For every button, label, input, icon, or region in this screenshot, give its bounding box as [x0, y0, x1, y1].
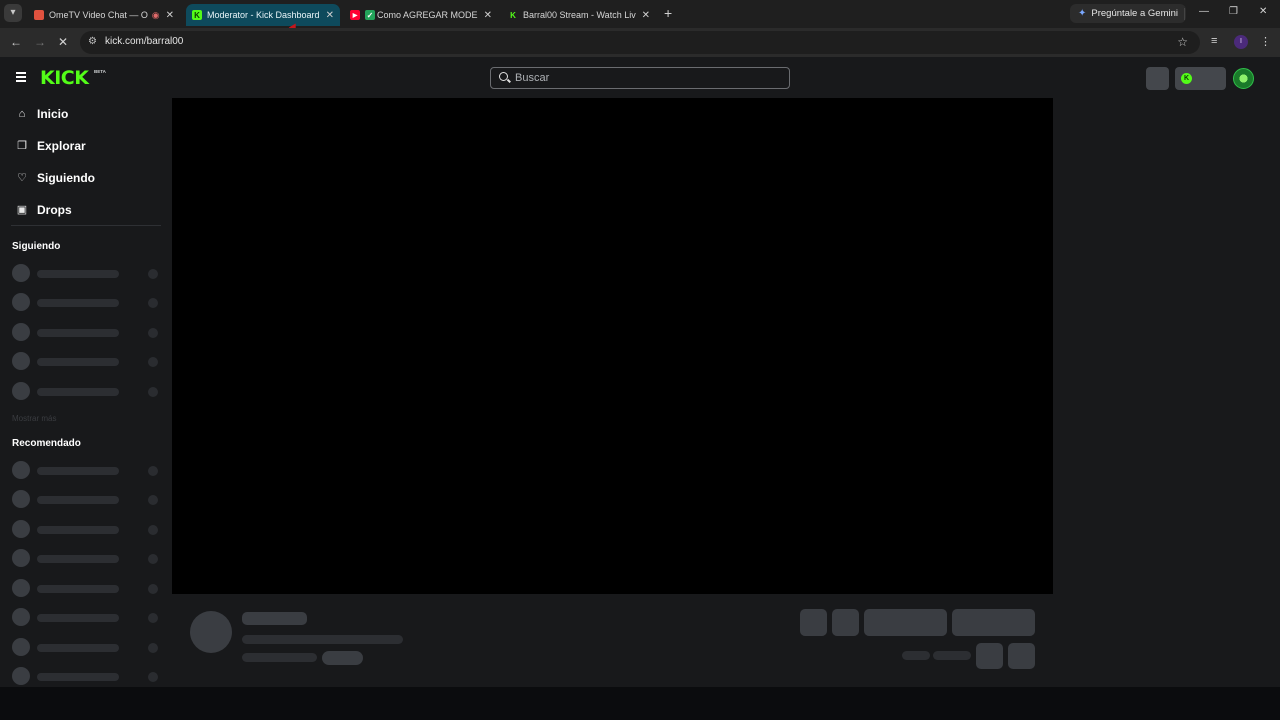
- subscribe-button-placeholder[interactable]: [952, 609, 1035, 636]
- sidebar-item-label: Drops: [37, 203, 72, 217]
- tab-title: Moderator - Kick Dashboard: [207, 10, 320, 20]
- sidebar-divider: [11, 225, 161, 226]
- sidebar-item-label: Siguiendo: [37, 171, 95, 185]
- channel-avatar-placeholder: [190, 611, 232, 653]
- list-item: [12, 548, 162, 568]
- browser-toolbar: ← → ✕ ⚙ kick.com/barral00 ☆ ≡: [0, 28, 1280, 57]
- new-tab-button[interactable]: +: [664, 5, 672, 21]
- list-item: [12, 263, 162, 283]
- list-item: [12, 637, 162, 657]
- uptime-placeholder: [933, 651, 971, 660]
- kick-header: KICK BETA K: [0, 57, 1280, 97]
- tab-title: OmeTV Video Chat — Ome: [49, 10, 148, 20]
- beta-badge: BETA: [94, 69, 106, 74]
- browser-tab-bar: ▾ OmeTV Video Chat — Ome ◉ ✕ K Moderator…: [0, 0, 1280, 28]
- forward-arrow-icon[interactable]: →: [34, 35, 46, 49]
- sidebar-item-drops[interactable]: ▣ Drops: [0, 196, 170, 224]
- gemini-label: Pregúntale a Gemini: [1091, 8, 1178, 19]
- kick-icon: K: [508, 10, 518, 20]
- back-arrow-icon[interactable]: ←: [10, 35, 22, 49]
- restore-icon[interactable]: ❐: [1229, 6, 1238, 17]
- browser-tab-youtube[interactable]: ▶ ✓ Como AGREGAR MODERAD ✕: [344, 4, 498, 26]
- ometv-icon: [34, 10, 44, 20]
- sidebar-item-inicio[interactable]: ⌂ Inicio: [0, 100, 170, 128]
- list-item: [12, 322, 162, 342]
- gemini-sparkle-icon: ✦: [1078, 8, 1087, 19]
- site-settings-icon[interactable]: ⚙: [88, 36, 97, 47]
- search-input[interactable]: [515, 70, 775, 86]
- share-button-placeholder[interactable]: [976, 643, 1003, 669]
- browser-tab-ometv[interactable]: OmeTV Video Chat — Ome ◉ ✕: [28, 4, 180, 26]
- tab-search-button[interactable]: ▾: [4, 4, 22, 22]
- more-options-button-placeholder[interactable]: [1008, 643, 1035, 669]
- address-bar[interactable]: ⚙ kick.com/barral00 ☆: [80, 31, 1200, 54]
- list-item: [12, 460, 162, 480]
- browser-tab-barral00[interactable]: K Barral00 Stream - Watch Live o ✕: [502, 4, 656, 26]
- youtube-icon: ▶: [350, 10, 360, 20]
- ask-gemini-button[interactable]: ✦ Pregúntale a Gemini: [1070, 4, 1186, 23]
- sidebar-item-siguiendo[interactable]: ♡ Siguiendo: [0, 164, 170, 192]
- menu-icon[interactable]: [16, 72, 26, 82]
- gift-icon: ▣: [16, 204, 28, 216]
- bottom-area: [0, 687, 1280, 720]
- close-tab-icon[interactable]: ✕: [642, 10, 650, 21]
- stream-title-placeholder: [242, 635, 403, 644]
- channel-name-placeholder: [242, 612, 307, 625]
- divider: [1184, 8, 1185, 20]
- list-item: [12, 607, 162, 627]
- search-bar[interactable]: [490, 67, 790, 89]
- list-item: [12, 666, 162, 686]
- show-more-link[interactable]: Mostrar más: [12, 414, 56, 423]
- close-tab-icon[interactable]: ✕: [166, 10, 174, 21]
- list-item: [12, 489, 162, 509]
- kick-points-button[interactable]: K: [1175, 67, 1226, 90]
- kick-logo[interactable]: KICK: [40, 67, 89, 89]
- minimize-icon[interactable]: —: [1199, 6, 1209, 17]
- action-button-placeholder[interactable]: [800, 609, 827, 636]
- tab-title: Como AGREGAR MODERAD: [377, 10, 478, 20]
- browser-tab-kick-dashboard[interactable]: K Moderator - Kick Dashboard ✕: [186, 4, 340, 26]
- tab-title: Barral00 Stream - Watch Live o: [523, 10, 636, 20]
- video-player[interactable]: [172, 98, 1053, 594]
- checkmark-icon: ✓: [365, 10, 375, 20]
- close-tab-icon[interactable]: ✕: [484, 10, 492, 21]
- category-placeholder: [242, 653, 317, 662]
- heart-icon: ♡: [17, 172, 27, 184]
- media-controls-icon[interactable]: ≡: [1211, 35, 1217, 47]
- sidebar-item-explorar[interactable]: ❐ Explorar: [0, 132, 170, 160]
- kick-icon: K: [192, 10, 202, 20]
- list-item: [12, 381, 162, 401]
- stop-loading-icon[interactable]: ✕: [58, 35, 68, 49]
- follow-button-placeholder[interactable]: [864, 609, 947, 636]
- user-avatar[interactable]: [1233, 68, 1254, 89]
- list-item: [12, 292, 162, 312]
- explore-icon: ❐: [17, 140, 27, 152]
- url-text[interactable]: kick.com/barral00: [105, 36, 183, 47]
- list-item: [12, 578, 162, 598]
- recommended-heading: Recomendado: [12, 438, 81, 449]
- following-heading: Siguiendo: [12, 241, 61, 252]
- sidebar-item-label: Inicio: [37, 107, 69, 121]
- sidebar-item-label: Explorar: [37, 139, 86, 153]
- bookmark-star-icon[interactable]: ☆: [1177, 35, 1188, 49]
- list-item: [12, 351, 162, 371]
- recording-icon: ◉: [151, 9, 160, 20]
- sidebar: ⌂ Inicio ❐ Explorar ♡ Siguiendo ▣ Drops …: [0, 97, 170, 687]
- notifications-button-placeholder[interactable]: [1146, 67, 1169, 90]
- action-button-placeholder[interactable]: [832, 609, 859, 636]
- profile-avatar[interactable]: I: [1234, 35, 1248, 49]
- kick-coin-icon: K: [1181, 73, 1192, 84]
- search-icon: [499, 72, 508, 81]
- viewer-count-placeholder: [902, 651, 930, 660]
- tag-placeholder: [322, 651, 363, 665]
- browser-menu-icon[interactable]: ⋮: [1260, 35, 1271, 48]
- close-window-icon[interactable]: ✕: [1259, 6, 1267, 17]
- list-item: [12, 519, 162, 539]
- close-tab-icon[interactable]: ✕: [326, 10, 334, 21]
- home-icon: ⌂: [18, 108, 26, 120]
